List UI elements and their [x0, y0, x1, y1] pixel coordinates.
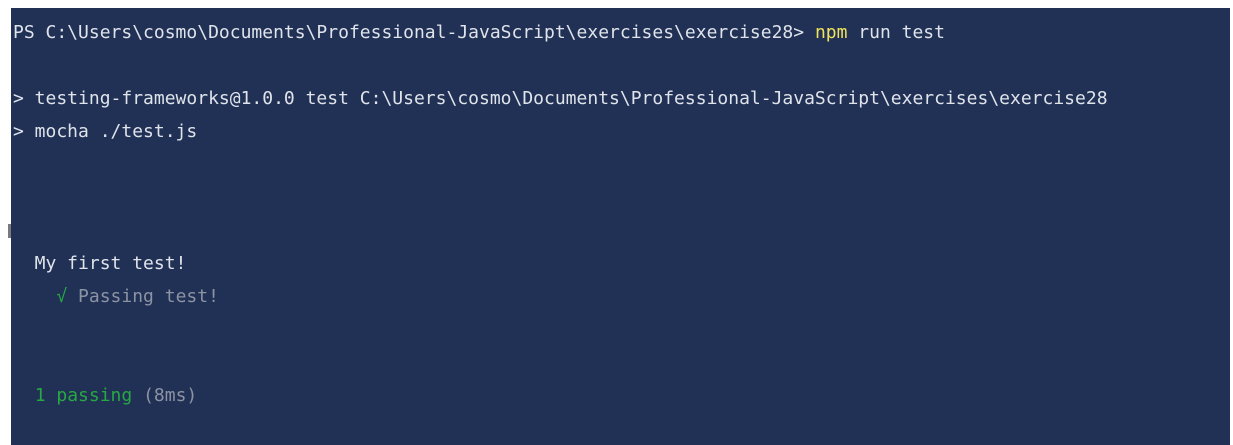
command-npm-keyword: npm — [814, 22, 848, 43]
summary-indent — [13, 385, 35, 406]
passing-count: 1 passing — [34, 385, 133, 406]
command-line: PS C:\Users\cosmo\Documents\Professional… — [13, 16, 1230, 49]
prompt-path: PS C:\Users\cosmo\Documents\Professional… — [13, 22, 815, 43]
script-command-line: > mocha ./test.js — [13, 121, 198, 142]
test-indent — [13, 286, 56, 307]
elapsed-time: (8ms) — [132, 385, 198, 406]
terminal-window[interactable]: PS C:\Users\cosmo\Documents\Professional… — [11, 8, 1230, 445]
test-title: Passing test! — [67, 286, 219, 307]
suite-title: My first test! — [13, 253, 187, 274]
command-arguments: run test — [847, 22, 945, 43]
summary-line: 1 passing (8ms) — [13, 379, 1230, 412]
check-mark-icon: √ — [56, 286, 68, 307]
test-result-line: √ Passing test! — [13, 280, 1230, 313]
script-info-line: > testing-frameworks@1.0.0 test C:\Users… — [13, 88, 1108, 109]
